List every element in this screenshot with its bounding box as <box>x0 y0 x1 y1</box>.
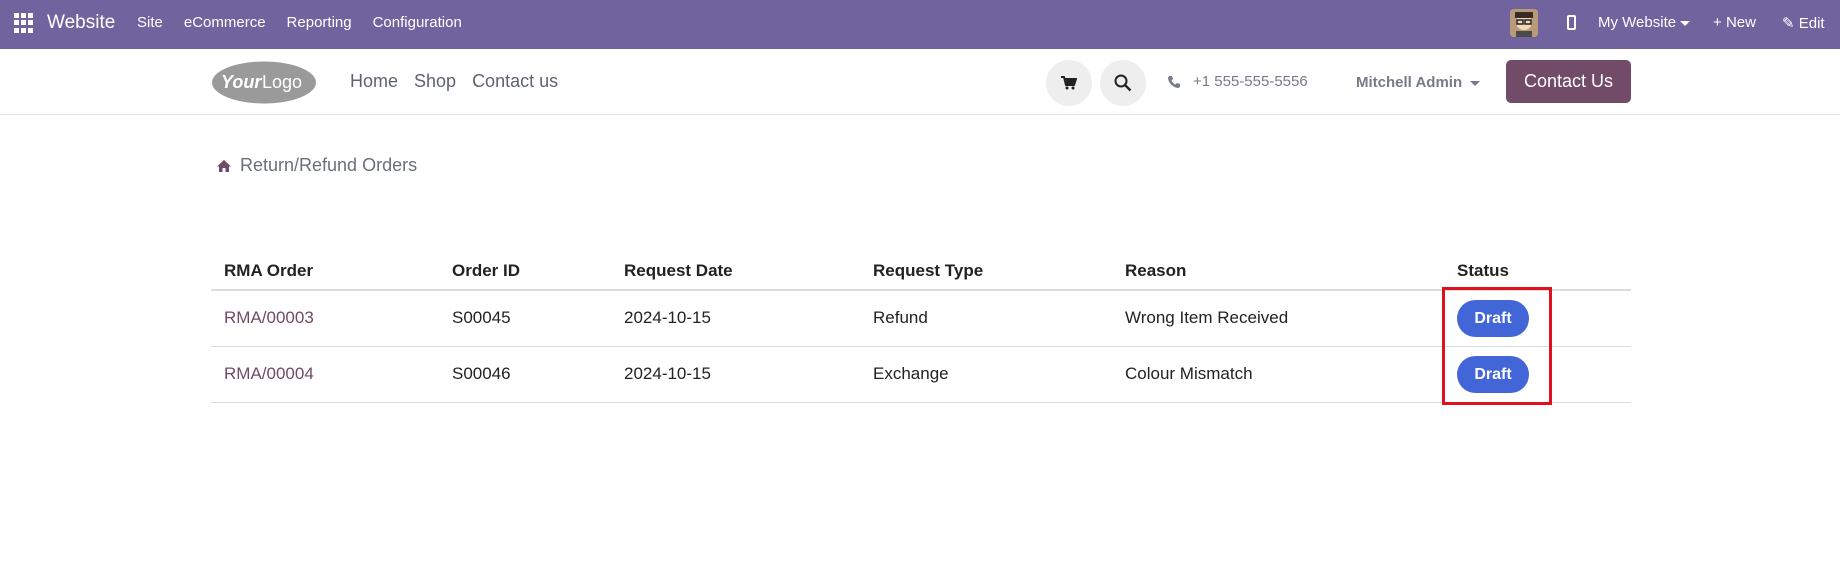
menu-item-site[interactable]: Site <box>137 14 163 31</box>
website-selector[interactable]: My Website <box>1598 14 1691 31</box>
nav-shop[interactable]: Shop <box>414 71 456 92</box>
nav-home[interactable]: Home <box>350 71 398 92</box>
search-button[interactable] <box>1100 60 1146 106</box>
mobile-preview-icon[interactable] <box>1567 15 1576 30</box>
request-type-cell: Refund <box>860 290 1112 347</box>
column-header-rma-order: RMA Order <box>211 253 439 291</box>
column-header-request-date: Request Date <box>611 253 860 291</box>
column-header-reason: Reason <box>1112 253 1444 291</box>
site-logo[interactable]: Your Logo <box>211 60 317 105</box>
column-header-request-type: Request Type <box>860 253 1112 291</box>
edit-button[interactable]: ✎ Edit <box>1782 14 1825 32</box>
user-menu[interactable]: Mitchell Admin <box>1356 74 1481 91</box>
phone-link[interactable]: +1 555-555-5556 <box>1167 73 1308 90</box>
new-button[interactable]: + New <box>1713 14 1756 31</box>
logo-image: Your Logo <box>212 61 316 104</box>
rma-order-link[interactable]: RMA/00004 <box>211 346 439 403</box>
menu-item-configuration[interactable]: Configuration <box>373 14 462 31</box>
rma-order-link[interactable]: RMA/00003 <box>211 290 439 347</box>
edit-button-label: Edit <box>1798 15 1825 32</box>
column-header-order-id: Order ID <box>439 253 611 291</box>
main-nav: Home Shop Contact us <box>350 71 574 92</box>
svg-text:Your: Your <box>221 72 262 92</box>
cart-icon <box>1061 76 1077 90</box>
user-name: Mitchell Admin <box>1356 74 1463 91</box>
avatar[interactable] <box>1510 9 1538 37</box>
table-header-row: RMA Order Order ID Request Date Request … <box>211 253 1631 291</box>
app-brand[interactable]: Website <box>47 12 115 34</box>
new-button-label: New <box>1725 14 1756 31</box>
status-highlight-box <box>1442 287 1552 405</box>
contact-us-button[interactable]: Contact Us <box>1506 60 1631 103</box>
table-row[interactable]: RMA/00004 S00046 2024-10-15 Exchange Col… <box>211 346 1631 403</box>
phone-icon <box>1168 75 1180 88</box>
apps-grid-icon[interactable] <box>14 13 34 33</box>
phone-number: +1 555-555-5556 <box>1193 73 1308 90</box>
breadcrumb-current: Return/Refund Orders <box>240 155 418 175</box>
admin-topbar: Website Site eCommerce Reporting Configu… <box>0 0 1840 49</box>
website-selector-label: My Website <box>1598 14 1677 31</box>
pencil-icon: ✎ <box>1782 15 1795 32</box>
svg-text:Logo: Logo <box>262 72 302 92</box>
reason-cell: Colour Mismatch <box>1112 346 1444 403</box>
cart-button[interactable] <box>1046 60 1092 106</box>
request-date-cell: 2024-10-15 <box>611 290 860 347</box>
reason-cell: Wrong Item Received <box>1112 290 1444 347</box>
chevron-down-icon <box>1470 80 1481 86</box>
home-icon[interactable] <box>216 159 232 173</box>
avatar-image <box>1510 9 1538 37</box>
menu-item-ecommerce[interactable]: eCommerce <box>184 14 266 31</box>
request-date-cell: 2024-10-15 <box>611 346 860 403</box>
plus-icon: + <box>1713 14 1722 31</box>
top-menu: Site eCommerce Reporting Configuration <box>137 14 483 31</box>
order-id-cell: S00045 <box>439 290 611 347</box>
rma-orders-table: RMA Order Order ID Request Date Request … <box>211 253 1631 403</box>
column-header-status: Status <box>1444 253 1631 291</box>
menu-item-reporting[interactable]: Reporting <box>287 14 352 31</box>
search-icon <box>1114 74 1132 92</box>
breadcrumb: Return/Refund Orders <box>216 155 417 176</box>
order-id-cell: S00046 <box>439 346 611 403</box>
request-type-cell: Exchange <box>860 346 1112 403</box>
table-row[interactable]: RMA/00003 S00045 2024-10-15 Refund Wrong… <box>211 290 1631 347</box>
website-header: Your Logo Home Shop Contact us +1 555-55… <box>0 49 1840 115</box>
chevron-down-icon <box>1680 20 1691 26</box>
nav-contact-us[interactable]: Contact us <box>472 71 558 92</box>
